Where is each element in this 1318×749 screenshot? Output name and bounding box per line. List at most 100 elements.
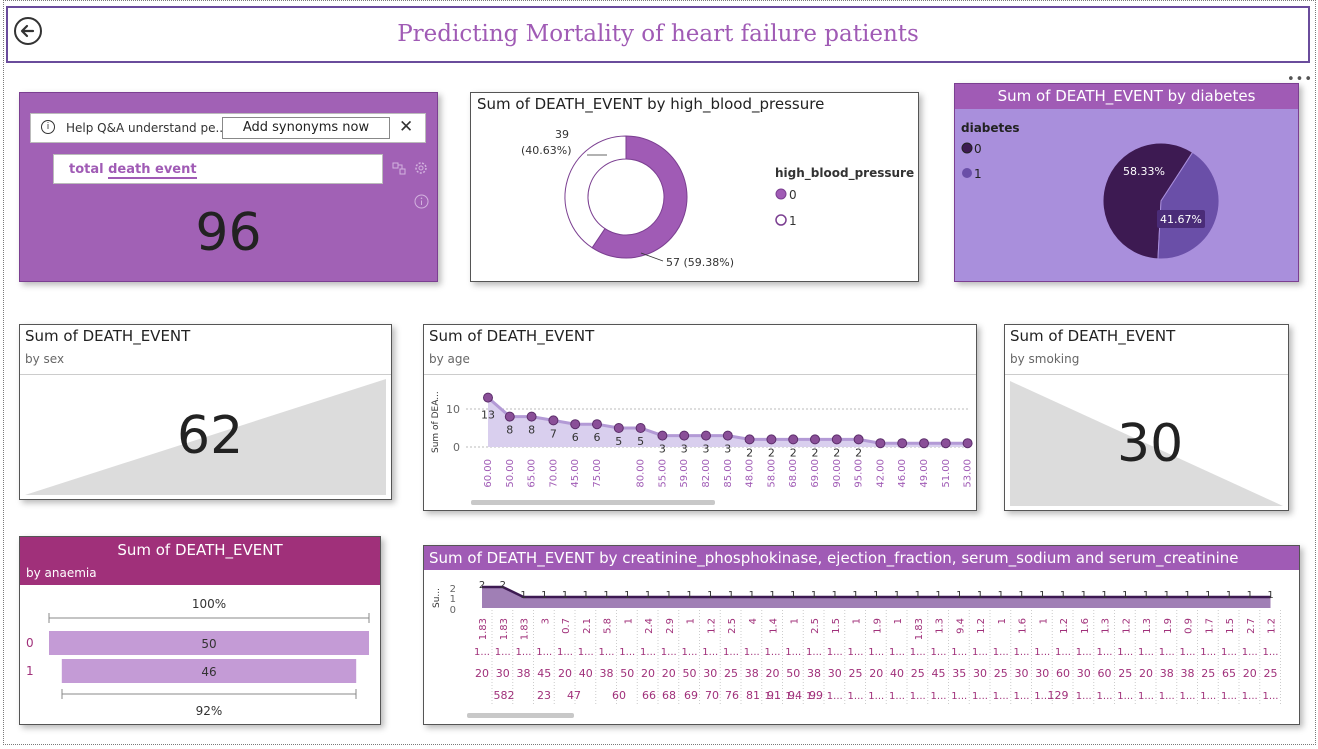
creatinine-x-tick: 1	[686, 618, 697, 624]
age-data-point[interactable]	[810, 434, 820, 445]
creatinine-x-tick: 1.83	[914, 618, 925, 640]
creatinine-x-tick: 66	[642, 689, 656, 702]
age-data-point[interactable]	[766, 434, 777, 445]
hbp-donut-chart[interactable]: 39 (40.63%) 57 (59.38%) high_blood_press…	[471, 93, 920, 283]
creatinine-x-tick: 2.9	[665, 618, 676, 634]
creatinine-x-tick: 1...	[702, 647, 718, 658]
age-data-point[interactable]	[875, 438, 886, 449]
creatinine-line-chart[interactable]: Su... 2 1 0 2 21 1 1 1 1 1 1 1 1 1 1 1 1 1 1 1 1 1 1 1 1 1 1 1 1 1…	[424, 546, 1301, 726]
creatinine-x-tick: 582	[494, 689, 515, 702]
hbp-legend-1[interactable]: 1	[789, 214, 797, 228]
creatinine-data-label: 1	[728, 590, 734, 601]
creatinine-x-tick: 1	[852, 618, 863, 624]
creatinine-x-tick: 25	[911, 667, 925, 680]
creatinine-x-tick: 20	[1243, 667, 1257, 680]
creatinine-chart-card[interactable]: Sum of DEATH_EVENT by creatinine_phospho…	[423, 545, 1300, 725]
creatinine-data-label: 1	[562, 590, 568, 601]
creatinine-data-label: 1	[645, 590, 651, 601]
creatinine-x-tick: 1.2	[976, 618, 987, 634]
age-data-point[interactable]	[483, 392, 493, 403]
age-data-point[interactable]	[919, 438, 929, 449]
age-x-tick: 59.00	[679, 459, 690, 488]
back-arrow-icon[interactable]	[14, 17, 42, 45]
close-icon[interactable]: ✕	[399, 117, 413, 137]
age-data-point[interactable]	[940, 438, 951, 449]
age-data-point[interactable]	[831, 434, 842, 445]
flow-icon[interactable]	[392, 161, 406, 175]
title-bar: Predicting Mortality of heart failure pa…	[6, 6, 1310, 63]
settings-icon[interactable]	[414, 161, 428, 175]
creatinine-x-tick: 1...	[827, 647, 843, 658]
age-data-point[interactable]	[679, 430, 690, 441]
age-data-point[interactable]	[722, 430, 733, 441]
age-area-chart[interactable]: Sum of DEA... 10 0 13 60.00 8 50.00 8 65.00 7 7…	[424, 325, 978, 512]
creatinine-data-label: 1	[1164, 590, 1170, 601]
creatinine-data-label: 1	[1081, 590, 1087, 601]
hbp-slice-1[interactable]	[564, 135, 627, 249]
creatinine-x-tick: 1...	[993, 691, 1009, 702]
creatinine-data-label: 2	[479, 580, 485, 591]
diabetes-pie-card[interactable]: Sum of DEATH_EVENT by diabetes diabetes …	[954, 83, 1299, 282]
smoking-kpi-card[interactable]: Sum of DEATH_EVENT by smoking 30	[1004, 324, 1289, 511]
creatinine-x-tick: 47	[567, 689, 581, 702]
creatinine-x-tick: 38	[517, 667, 531, 680]
age-data-point[interactable]	[526, 411, 537, 422]
age-data-point[interactable]	[504, 411, 515, 422]
age-data-label: 2	[855, 446, 862, 459]
age-data-point[interactable]	[701, 430, 711, 441]
horizontal-scrollbar[interactable]	[471, 500, 715, 505]
creatinine-x-tick: 65	[1222, 667, 1236, 680]
creatinine-x-tick: 68	[662, 689, 676, 702]
age-x-tick: 45.00	[570, 459, 581, 488]
age-data-point[interactable]	[548, 415, 559, 426]
hbp-legend-0[interactable]: 0	[789, 188, 797, 202]
age-data-point[interactable]	[635, 423, 646, 433]
diabetes-pie-chart[interactable]: diabetes 0 1 58.33% 41.67%	[955, 84, 1300, 283]
creatinine-x-tick: 1.83	[499, 618, 510, 640]
age-x-tick: 53.00	[963, 459, 974, 488]
creatinine-x-tick: 1...	[557, 647, 573, 658]
age-data-point[interactable]	[657, 430, 668, 441]
qa-question-input[interactable]: total death event	[53, 154, 383, 184]
horizontal-scrollbar[interactable]	[467, 713, 574, 718]
anaemia-funnel-chart[interactable]: 100% 92% 50 0 46 1	[20, 537, 382, 726]
creatinine-x-tick: 1...	[682, 647, 698, 658]
age-data-point[interactable]	[962, 438, 973, 449]
qa-card[interactable]: i Help Q&A understand pe... Add synonyms…	[19, 92, 438, 282]
hbp-donut-card[interactable]: Sum of DEATH_EVENT by high_blood_pressur…	[470, 92, 919, 282]
creatinine-x-tick: 35	[952, 667, 966, 680]
creatinine-x-tick: 20	[641, 667, 655, 680]
creatinine-x-tick: 1...	[931, 691, 947, 702]
age-data-point[interactable]	[853, 434, 864, 445]
diabetes-legend-0[interactable]: 0	[974, 142, 982, 156]
creatinine-x-tick: 1...	[827, 691, 843, 702]
age-chart-card[interactable]: Sum of DEATH_EVENT by age Sum of DEA... …	[423, 324, 977, 511]
creatinine-x-tick: 1	[623, 618, 634, 624]
age-data-point[interactable]	[744, 434, 755, 445]
anaemia-bar-value: 46	[201, 665, 216, 679]
creatinine-x-tick: 1...	[1159, 691, 1175, 702]
sex-kpi-card[interactable]: Sum of DEATH_EVENT by sex 62	[19, 324, 392, 500]
age-data-label: 3	[703, 443, 710, 456]
creatinine-x-tick: 1...	[785, 691, 801, 702]
age-data-point[interactable]	[613, 423, 624, 433]
age-data-point[interactable]	[788, 434, 799, 445]
creatinine-x-tick: 1...	[972, 691, 988, 702]
creatinine-x-tick: 1...	[1034, 691, 1050, 702]
anaemia-category-label: 1	[26, 664, 34, 678]
age-data-point[interactable]	[592, 419, 602, 430]
diabetes-legend-1[interactable]: 1	[974, 167, 982, 181]
anaemia-funnel-card[interactable]: Sum of DEATH_EVENT by anaemia 100% 92% 5…	[19, 536, 381, 725]
creatinine-x-tick: 69	[684, 689, 698, 702]
creatinine-x-tick: 1...	[1076, 647, 1092, 658]
creatinine-x-tick: 20	[558, 667, 572, 680]
creatinine-x-tick: 1.5	[831, 618, 842, 634]
age-data-point[interactable]	[897, 438, 908, 449]
age-x-tick: 48.00	[745, 459, 756, 488]
creatinine-x-tick: 1...	[1034, 647, 1050, 658]
creatinine-x-tick: 1.7	[1204, 618, 1215, 634]
age-data-point[interactable]	[570, 419, 581, 430]
add-synonyms-button[interactable]: Add synonyms now	[222, 117, 390, 139]
creatinine-x-tick: 1...	[744, 647, 760, 658]
diabetes-pct-0: 58.33%	[1123, 165, 1165, 178]
